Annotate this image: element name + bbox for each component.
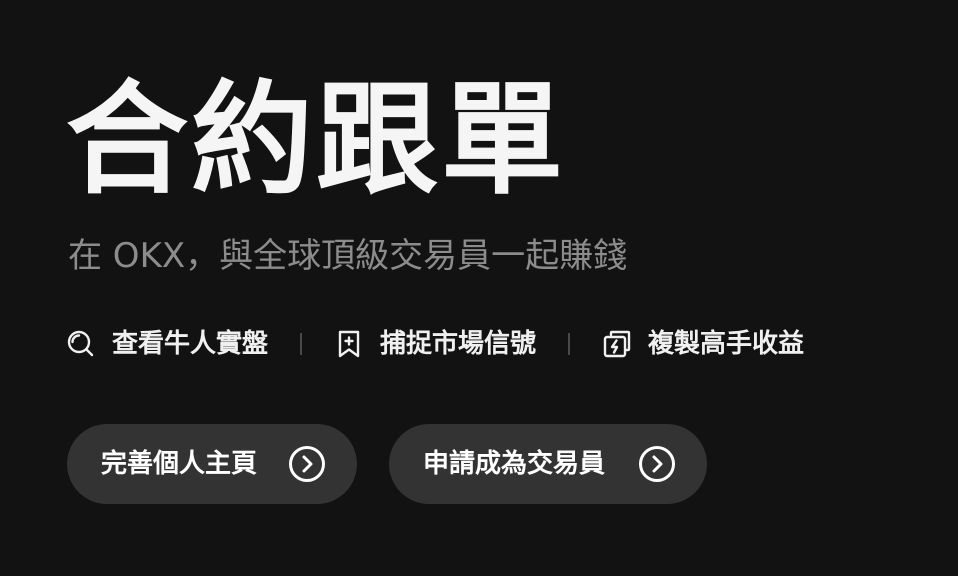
- feature-list: 查看牛人實盤 捕捉市場信號 複製高手收益: [66, 322, 804, 366]
- divider: [300, 333, 303, 355]
- feature-label: 查看牛人實盤: [112, 329, 269, 359]
- feature-label: 複製高手收益: [648, 329, 805, 359]
- chevron-right-circle-icon: [287, 444, 327, 484]
- search-icon: [66, 329, 96, 359]
- copy-trading-banner: 合約跟單 在 OKX，與全球頂級交易員一起賺錢 查看牛人實盤 捕捉市場信號 複製…: [0, 0, 958, 576]
- feature-market-signals: 捕捉市場信號: [334, 322, 536, 366]
- bookmark-plus-icon: [334, 329, 364, 359]
- chevron-right-circle-icon: [637, 444, 677, 484]
- complete-profile-button[interactable]: 完善個人主頁: [67, 424, 357, 504]
- page-subtitle: 在 OKX，與全球頂級交易員一起賺錢: [68, 236, 628, 276]
- divider: [568, 333, 571, 355]
- button-label: 申請成為交易員: [423, 449, 606, 479]
- page-title: 合約跟單: [66, 69, 566, 211]
- apply-trader-button[interactable]: 申請成為交易員: [389, 424, 707, 504]
- copy-lightning-icon: [602, 329, 632, 359]
- feature-view-traders: 查看牛人實盤: [66, 322, 268, 366]
- feature-copy-profits: 複製高手收益: [602, 322, 804, 366]
- feature-label: 捕捉市場信號: [380, 329, 537, 359]
- button-label: 完善個人主頁: [101, 449, 258, 479]
